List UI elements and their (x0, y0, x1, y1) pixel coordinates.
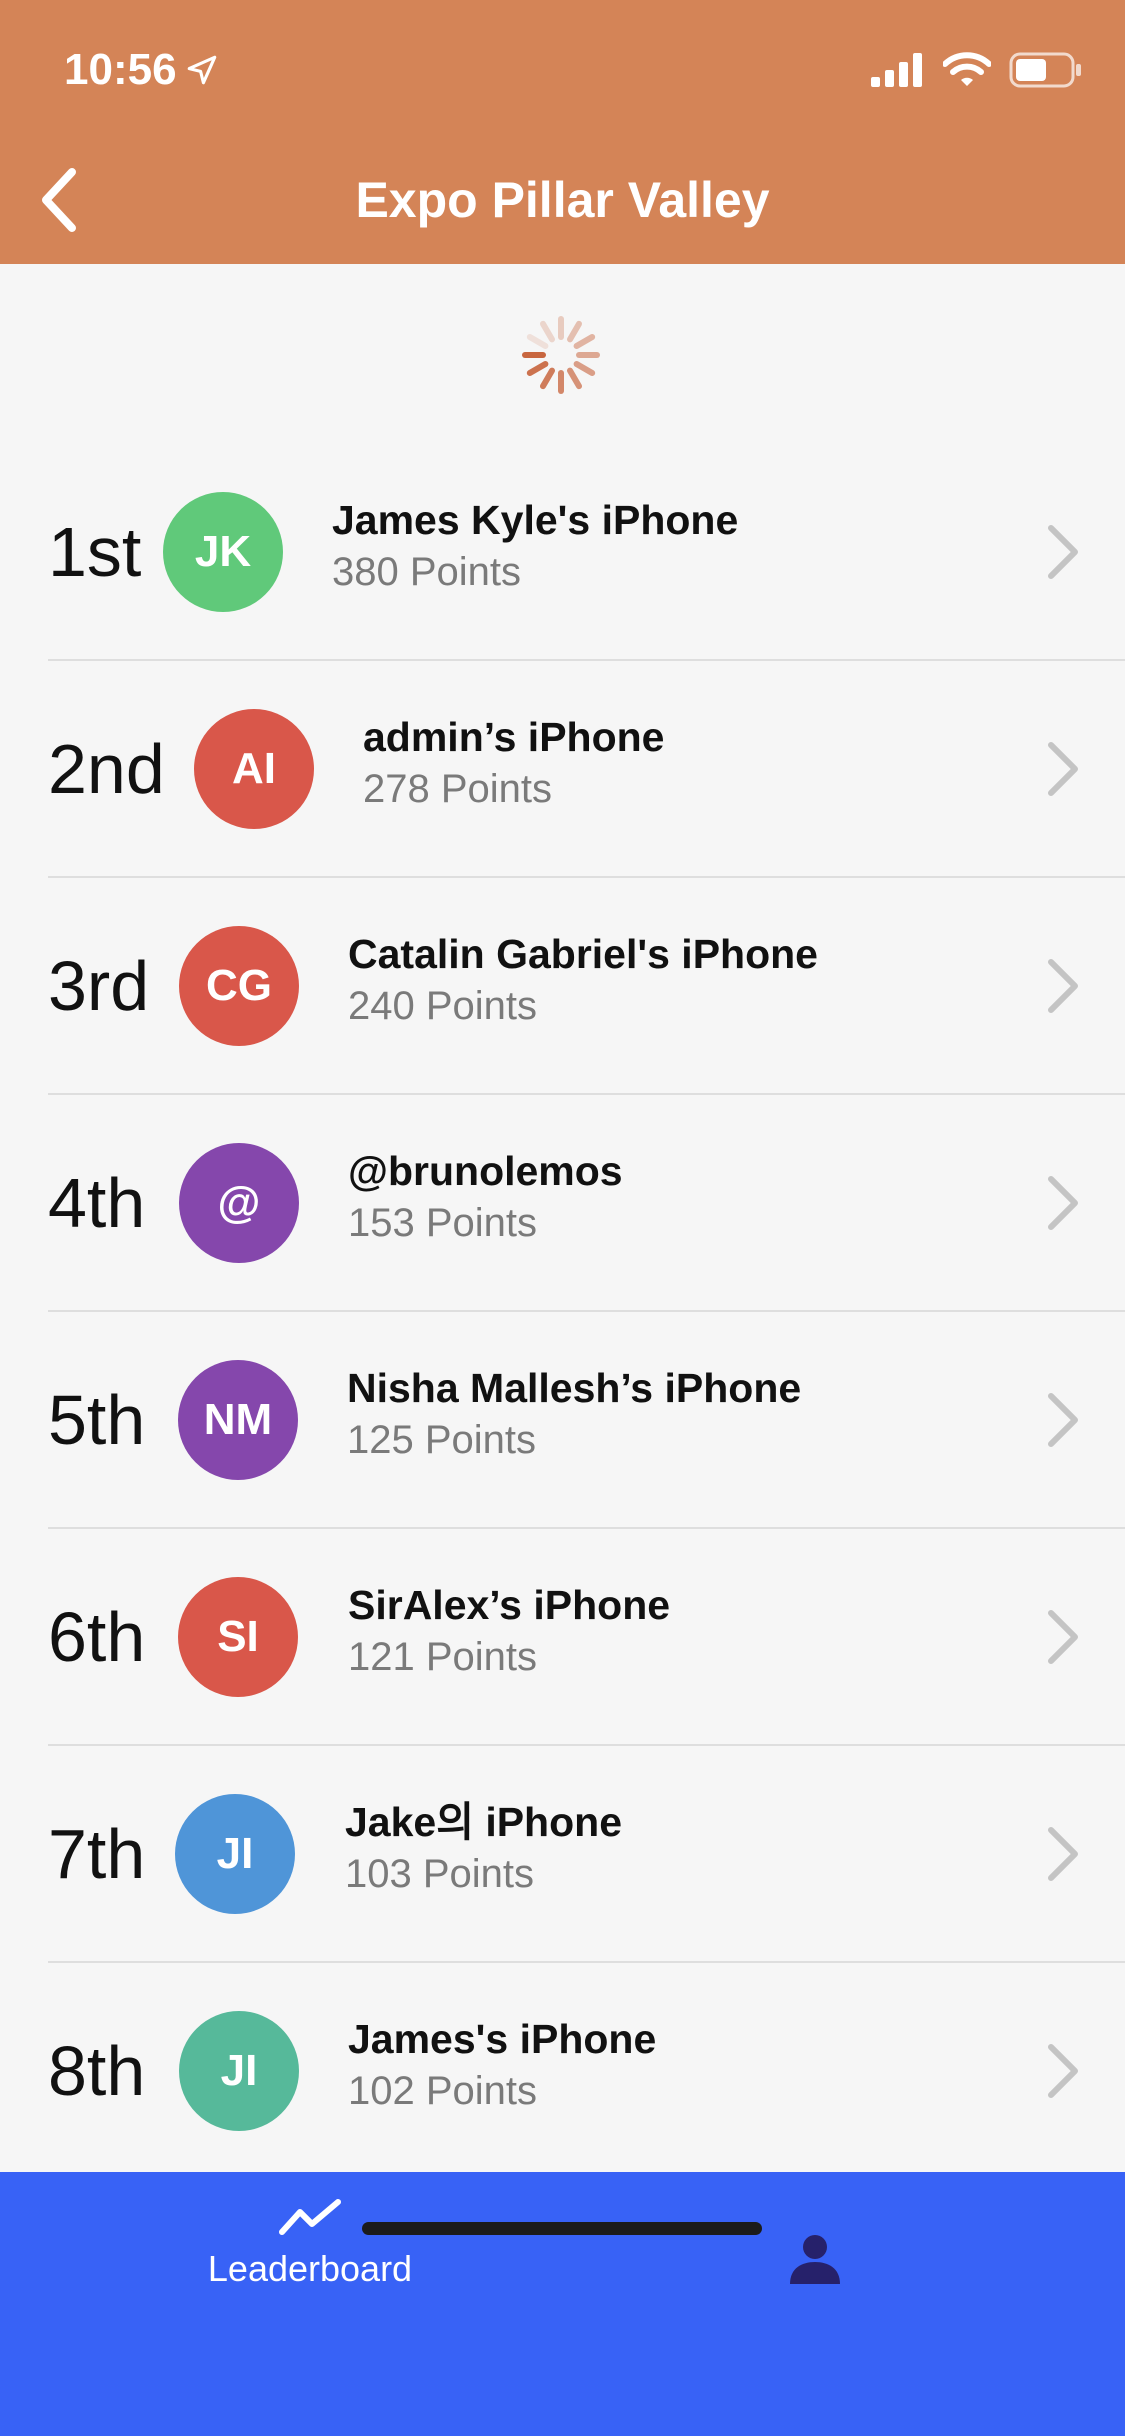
leaderboard-row[interactable]: 3rd CG Catalin Gabriel's iPhone 240 Poin… (0, 878, 1125, 1095)
status-bar: 10:56 (0, 0, 1125, 132)
rank-label: 7th (48, 1815, 146, 1893)
spinner-spoke (567, 367, 582, 390)
rank-label: 4th (48, 1164, 146, 1242)
leaderboard-row[interactable]: 6th SI SirAlex’s iPhone 121 Points (0, 1529, 1125, 1746)
chevron-right-icon (1048, 1610, 1078, 1664)
rank-label: 6th (48, 1598, 146, 1676)
home-indicator (362, 2222, 762, 2235)
status-time: 10:56 (64, 45, 177, 94)
chevron-right-icon (1048, 1393, 1078, 1447)
rank-label: 1st (48, 513, 142, 591)
chevron-right-icon (1048, 525, 1078, 579)
player-points: 380 Points (332, 550, 522, 594)
rank-label: 3rd (48, 947, 150, 1025)
chevron-right-icon (1048, 742, 1078, 796)
tab-profile[interactable] (770, 2214, 860, 2304)
avatar: AI (194, 709, 314, 829)
person-icon (790, 2235, 840, 2284)
player-name: admin’s iPhone (363, 714, 665, 760)
avatar: SI (178, 1577, 298, 1697)
player-name: Jake의 iPhone (345, 1799, 622, 1845)
chevron-right-icon (1048, 2044, 1078, 2098)
player-name: James's iPhone (348, 2016, 657, 2062)
spinner-spoke (526, 361, 549, 376)
avatar: @ (179, 1143, 299, 1263)
back-button[interactable] (18, 160, 98, 240)
tab-leaderboard[interactable]: Leaderboard (190, 2198, 430, 2318)
avatar: JK (163, 492, 283, 612)
leaderboard-row[interactable]: 5th NM Nisha Mallesh’s iPhone 125 Points (0, 1312, 1125, 1529)
leaderboard-row[interactable]: 1st JK James Kyle's iPhone 380 Points (0, 444, 1125, 661)
spinner-spoke (540, 367, 555, 390)
chevron-right-icon (1048, 1827, 1078, 1881)
spinner-spoke (540, 320, 555, 343)
avatar: JI (175, 1794, 295, 1914)
chevron-right-icon (1048, 959, 1078, 1013)
rank-label: 8th (48, 2032, 146, 2110)
player-name: Nisha Mallesh’s iPhone (347, 1365, 802, 1411)
player-name: James Kyle's iPhone (332, 497, 739, 543)
avatar: NM (178, 1360, 298, 1480)
chevron-left-icon (42, 168, 76, 232)
location-arrow-icon (187, 55, 216, 85)
player-points: 125 Points (347, 1418, 537, 1462)
player-points: 121 Points (348, 1635, 538, 1679)
battery-icon (1009, 52, 1081, 88)
rank-label: 2nd (48, 730, 165, 808)
status-time-group: 10:56 (64, 40, 219, 100)
avatar: CG (179, 926, 299, 1046)
leaderboard-row[interactable]: 2nd AI admin’s iPhone 278 Points (0, 661, 1125, 878)
player-name: SirAlex’s iPhone (348, 1582, 671, 1628)
navigation-header: 10:56 Expo Pillar Valley (0, 0, 1125, 264)
player-points: 278 Points (363, 767, 553, 811)
spinner-spoke (526, 334, 549, 349)
player-points: 103 Points (345, 1852, 535, 1896)
player-points: 240 Points (348, 984, 538, 1028)
status-icons (871, 46, 1083, 94)
cellular-signal-icon (871, 53, 922, 87)
spinner-spoke (573, 334, 596, 349)
player-points: 153 Points (348, 1201, 538, 1245)
spinner-spoke (567, 320, 582, 343)
loading-spinner-icon (522, 316, 600, 394)
page-title: Expo Pillar Valley (355, 172, 770, 228)
tab-bar: Leaderboard (0, 2172, 1125, 2436)
leaderboard-row[interactable]: 7th JI Jake의 iPhone 103 Points (0, 1746, 1125, 1963)
spinner-spoke (573, 361, 596, 376)
player-name: @brunolemos (348, 1148, 623, 1194)
chevron-right-icon (1048, 1176, 1078, 1230)
tab-leaderboard-label: Leaderboard (207, 2248, 413, 2289)
wifi-icon (943, 52, 991, 86)
trend-line-icon (279, 2199, 341, 2235)
avatar: JI (179, 2011, 299, 2131)
leaderboard-row[interactable]: 4th @ @brunolemos 153 Points (0, 1095, 1125, 1312)
leaderboard-row[interactable]: 8th JI James's iPhone 102 Points (0, 1963, 1125, 2180)
player-points: 102 Points (348, 2069, 538, 2113)
player-name: Catalin Gabriel's iPhone (348, 931, 818, 977)
leaderboard-list: 1st JK James Kyle's iPhone 380 Points 2n… (0, 444, 1125, 2180)
rank-label: 5th (48, 1381, 146, 1459)
